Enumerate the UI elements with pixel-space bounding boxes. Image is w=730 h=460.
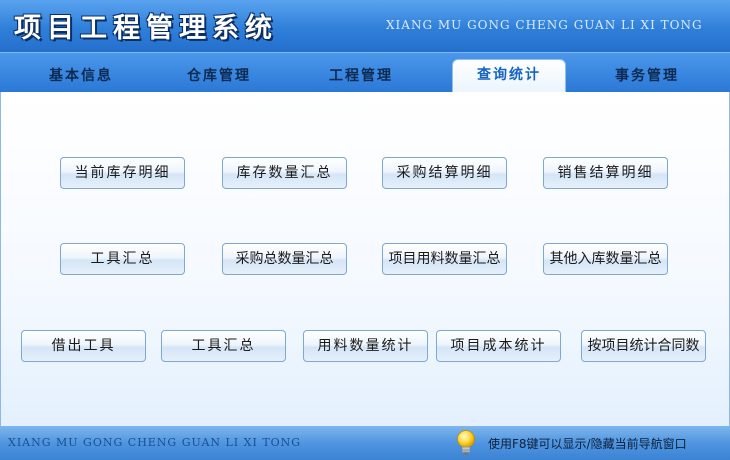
current-stock-detail-button[interactable]: 当前库存明细 — [60, 157, 185, 189]
project-material-quantity-summary-button[interactable]: 项目用料数量汇总 — [382, 243, 507, 275]
tab-project[interactable]: 工程管理 — [302, 61, 420, 93]
stock-quantity-summary-button[interactable]: 库存数量汇总 — [222, 157, 347, 189]
status-bar: XIANG MU GONG CHENG GUAN LI XI TONG 使用F8… — [0, 426, 730, 460]
project-cost-statistics-button[interactable]: 项目成本统计 — [436, 330, 561, 362]
tab-affairs[interactable]: 事务管理 — [588, 61, 706, 93]
contracts-by-project-button[interactable]: 按项目统计合同数 — [581, 330, 706, 362]
tab-warehouse[interactable]: 仓库管理 — [160, 61, 278, 93]
tool-summary-2-button[interactable]: 工具汇总 — [161, 330, 286, 362]
borrowed-tools-button[interactable]: 借出工具 — [21, 330, 146, 362]
material-quantity-statistics-button[interactable]: 用料数量统计 — [303, 330, 428, 362]
footer-subtitle: XIANG MU GONG CHENG GUAN LI XI TONG — [8, 436, 302, 449]
other-inbound-quantity-summary-button[interactable]: 其他入库数量汇总 — [543, 243, 668, 275]
main-panel: 当前库存明细 库存数量汇总 采购结算明细 销售结算明细 工具汇总 采购总数量汇总… — [0, 92, 730, 426]
title-bar: 项目工程管理系统 XIANG MU GONG CHENG GUAN LI XI … — [0, 0, 730, 52]
tab-query-statistics[interactable]: 查询统计 — [452, 59, 566, 94]
purchase-settlement-detail-button[interactable]: 采购结算明细 — [382, 157, 507, 189]
tool-summary-button[interactable]: 工具汇总 — [60, 243, 185, 275]
f8-hint-text: 使用F8键可以显示/隐藏当前导航窗口 — [488, 437, 687, 451]
app-subtitle: XIANG MU GONG CHENG GUAN LI XI TONG — [386, 18, 703, 32]
app-title: 项目工程管理系统 — [14, 13, 278, 44]
lightbulb-icon — [457, 430, 475, 455]
tab-basic-info[interactable]: 基本信息 — [22, 61, 140, 93]
sales-settlement-detail-button[interactable]: 销售结算明细 — [543, 157, 668, 189]
purchase-total-quantity-summary-button[interactable]: 采购总数量汇总 — [222, 243, 347, 275]
nav-bar: 基本信息 仓库管理 工程管理 查询统计 事务管理 — [0, 52, 730, 94]
